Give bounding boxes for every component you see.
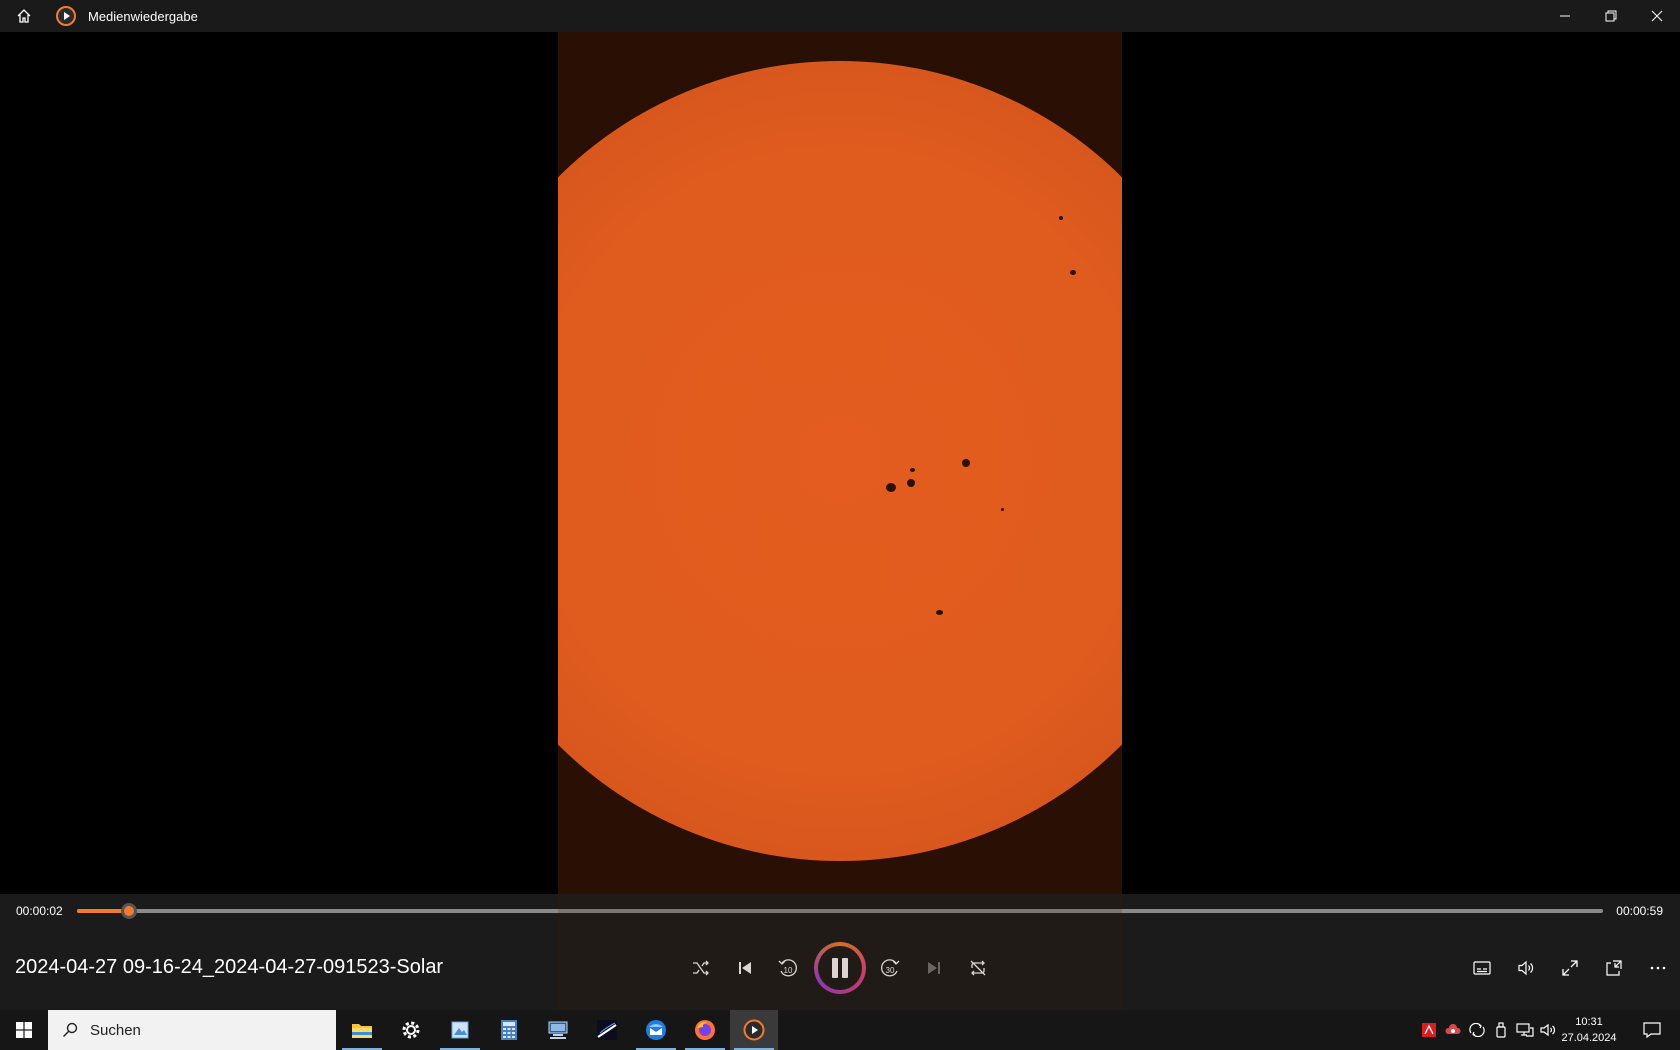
fullscreen-button[interactable] [1554,952,1586,984]
taskbar-app-settings[interactable] [387,1010,435,1050]
restore-button[interactable] [1588,0,1634,32]
forward-30-label: 30 [886,966,895,975]
more-icon [1650,966,1666,970]
clock-time: 10:31 [1575,1016,1603,1028]
video-frame [558,32,1122,894]
next-icon [928,962,940,974]
sync-tray-icon [1469,1023,1485,1037]
forward-30-icon: 30 [881,959,900,977]
window-controls [1542,0,1680,32]
more-button[interactable] [1642,952,1674,984]
taskbar-app-paint[interactable] [436,1010,484,1050]
sunspot [1059,216,1063,220]
restore-icon [1605,10,1617,22]
next-button[interactable] [918,952,950,984]
acrobat-tray-icon [1422,1023,1436,1037]
paint-icon [451,1021,469,1039]
taskbar: Suchen 10:31 27.04.2024 [0,1010,1680,1050]
sun-disc [558,61,1122,861]
stellarium-icon [597,1020,617,1040]
sunspot [1001,508,1004,511]
notification-center-button[interactable] [1634,1010,1670,1050]
notification-icon [1643,1022,1661,1038]
minimize-icon [1560,15,1570,17]
taskbar-app-media-player[interactable] [730,1010,778,1050]
miniplayer-button[interactable] [1598,952,1630,984]
sunspot [910,468,915,472]
sunspot [907,479,915,487]
minimize-button[interactable] [1542,0,1588,32]
volume-button[interactable] [1510,952,1542,984]
pause-button-inner [818,946,862,990]
rewind-10-button[interactable]: 10 [772,952,804,984]
subtitles-icon [1473,961,1491,975]
tray-network[interactable] [1514,1010,1536,1050]
search-placeholder: Suchen [90,1021,141,1039]
sunspot [886,483,896,492]
title-bar: Medienwiedergabe [0,0,1680,32]
repeat-button[interactable] [962,952,994,984]
window-title: Medienwiedergabe [88,8,198,24]
miniplayer-icon [1606,960,1622,976]
tray-acrobat[interactable] [1420,1010,1438,1050]
cloud-sync-tray-icon [1445,1024,1461,1034]
previous-button[interactable] [729,952,761,984]
fullscreen-icon [1562,960,1578,976]
taskbar-app-file-explorer[interactable] [338,1010,386,1050]
firefox-icon [695,1020,715,1040]
tray-app-3[interactable] [1467,1010,1487,1050]
sunspot [962,459,970,467]
seek-bar[interactable] [77,903,1603,919]
shuffle-icon [693,960,709,976]
rewind-10-label: 10 [784,966,793,975]
taskbar-clock[interactable]: 10:31 27.04.2024 [1554,1014,1624,1046]
taskbar-app-thunderbird[interactable] [632,1010,680,1050]
pause-icon [832,958,848,978]
sunspot [936,610,943,615]
home-icon [17,9,31,23]
close-icon [1651,10,1663,22]
windows-logo-icon [16,1022,32,1038]
start-button[interactable] [0,1010,48,1050]
taskbar-app-firefox[interactable] [681,1010,729,1050]
tray-usb[interactable] [1491,1010,1511,1050]
calculator-icon [501,1020,517,1040]
search-icon [63,1022,78,1037]
player-controls: 00:00:02 00:00:59 2024-04-27 09-16-24_20… [0,894,1680,1010]
taskbar-app-calculator[interactable] [485,1010,533,1050]
usb-tray-icon [1496,1022,1506,1038]
file-explorer-icon [352,1024,372,1038]
taskbar-app-stellarium[interactable] [583,1010,631,1050]
settings-icon [402,1021,420,1039]
previous-icon [739,962,751,974]
media-player-icon [743,1019,765,1041]
close-button[interactable] [1634,0,1680,32]
sunspot [1070,270,1076,275]
subtitles-button[interactable] [1466,952,1498,984]
thunderbird-icon [646,1020,666,1040]
seek-bar-thumb[interactable] [120,903,137,919]
forward-30-button[interactable]: 30 [874,952,906,984]
pause-button[interactable] [814,942,866,994]
rewind-10-icon: 10 [778,959,797,977]
video-area[interactable] [0,32,1680,894]
network-tray-icon [1516,1023,1534,1037]
repeat-icon [970,960,986,976]
volume-icon [1518,960,1534,976]
tray-app-2[interactable] [1443,1010,1463,1050]
media-player-app-icon [56,6,76,26]
taskbar-search[interactable]: Suchen [48,1010,336,1050]
shuffle-button[interactable] [685,952,717,984]
current-time: 00:00:02 [16,904,63,918]
clock-date: 27.04.2024 [1561,1032,1617,1044]
home-button[interactable] [0,0,48,32]
network-app-icon [548,1021,568,1039]
duration-time: 00:00:59 [1616,904,1663,918]
media-title: 2024-04-27 09-16-24_2024-04-27-091523-So… [15,956,444,978]
taskbar-app-network[interactable] [534,1010,582,1050]
